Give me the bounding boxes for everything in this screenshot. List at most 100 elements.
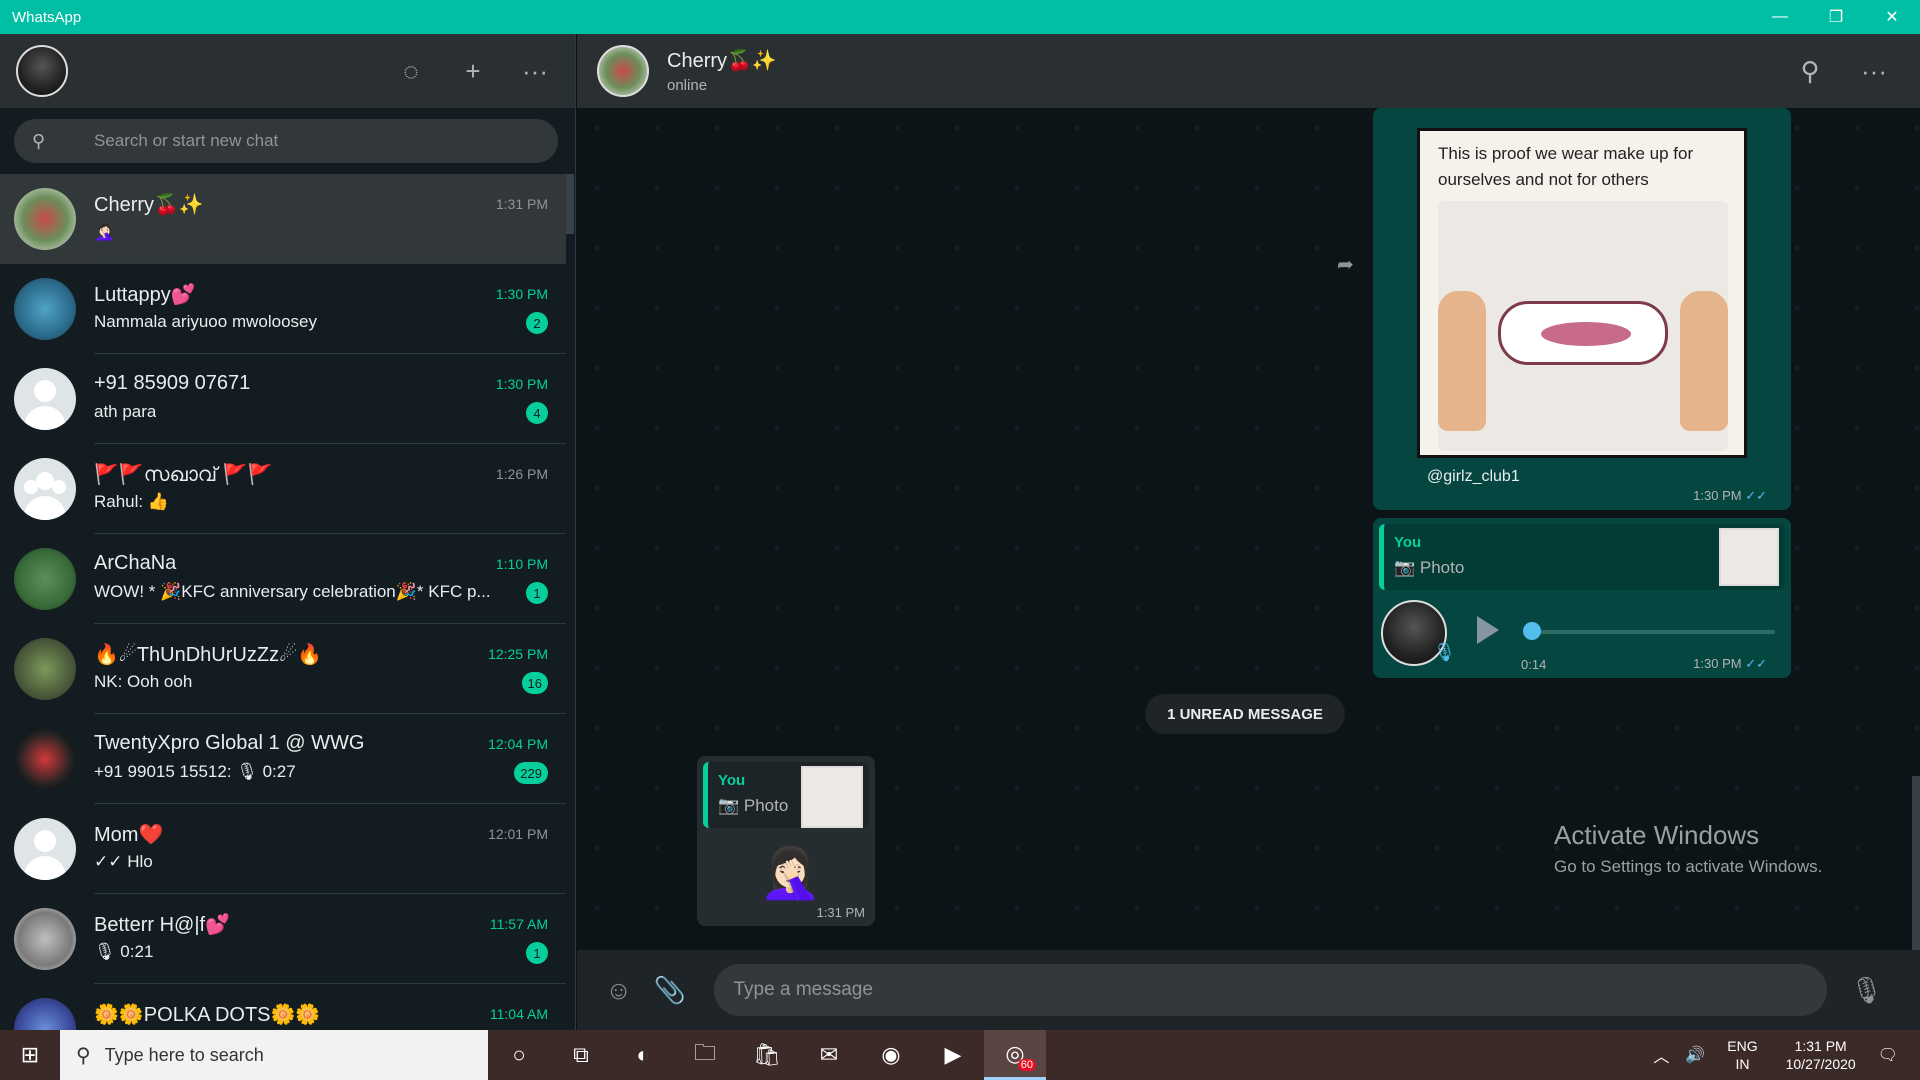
chat-item-phone-number[interactable]: +91 85909 07671 1:30 PM ath para 4 (0, 354, 566, 444)
contact-avatar (14, 638, 76, 700)
chat-preview: Rahul: 👍 (94, 492, 170, 511)
quoted-message[interactable]: You 📷 Photo (703, 762, 869, 828)
chat-preview: 🎙 0:21 (94, 942, 154, 961)
volume-icon[interactable]: 🔊 (1685, 1045, 1705, 1065)
mic-icon: 🎙 (1433, 642, 1456, 662)
chat-name: Mom❤️ (94, 824, 164, 846)
chat-time: 1:10 PM (495, 556, 548, 572)
language-indicator[interactable]: ENG IN (1727, 1037, 1757, 1073)
quoted-message[interactable]: You 📷 Photo (1379, 524, 1785, 590)
my-profile-avatar[interactable] (16, 45, 68, 97)
emoji-icon[interactable]: ☺ (599, 970, 638, 1010)
image-caption: @girlz_club1 (1427, 468, 1520, 485)
forward-icon[interactable]: ➦ (1337, 252, 1354, 277)
chat-time: 1:30 PM (495, 286, 548, 302)
chat-item-luttappy[interactable]: Luttappy💕 1:30 PM Nammala ariyuoo mwoloo… (0, 264, 566, 354)
default-person-icon (14, 368, 76, 430)
play-icon[interactable] (1477, 616, 1499, 644)
cortana-icon[interactable]: ○ (488, 1030, 550, 1080)
taskbar-search[interactable]: ⚲ Type here to search (60, 1030, 488, 1080)
read-ticks-icon: ✓✓ (1745, 656, 1767, 671)
minimize-button[interactable]: — (1752, 0, 1808, 34)
chat-list: Cherry🍒✨ 1:31 PM 🤦🏻‍♀️ Luttappy💕 1:30 PM… (0, 174, 566, 1030)
message-input[interactable] (713, 964, 1827, 1016)
whatsapp-taskbar-icon[interactable]: ◎ 60 (984, 1030, 1046, 1080)
quote-thumbnail (801, 766, 863, 828)
chat-item-polka-dots[interactable]: 🌼🌼POLKA DOTS🌼🌼 11:04 AM (0, 984, 566, 1030)
search-icon[interactable]: ⚲ (1784, 45, 1836, 97)
chevron-up-icon[interactable]: ︿ (1653, 1043, 1669, 1067)
chat-name: 🚩🚩സഖാവ് 🚩🚩 (94, 464, 273, 486)
conversation-panel: Cherry🍒✨ online ⚲ ··· ➦ This is proof we… (577, 34, 1920, 1066)
chat-item-thunderuzz-group[interactable]: 🔥☄ThUnDhUrUzZz☄🔥 12:25 PM NK: Ooh ooh 16 (0, 624, 566, 714)
edge-icon[interactable]: ◐ (612, 1030, 674, 1080)
search-bar: ⚲ (0, 108, 575, 174)
menu-icon[interactable]: ··· (1848, 45, 1900, 97)
voice-message[interactable]: You 📷 Photo 🎙 0:14 1:30 PM ✓✓ (1373, 518, 1791, 678)
store-icon[interactable]: 🛍 (736, 1030, 798, 1080)
quote-type: 📷 Photo (718, 796, 789, 815)
window-titlebar: WhatsApp — ❐ ✕ (0, 0, 1920, 34)
watermark-title: Activate Windows (1554, 820, 1760, 850)
windows-start-icon[interactable]: ⊞ (0, 1030, 60, 1080)
unread-badge: 16 (521, 672, 548, 694)
message-meta: 1:30 PM ✓✓ (1693, 488, 1767, 504)
status-icon[interactable]: ◌ (387, 47, 435, 95)
chat-time: 1:30 PM (495, 376, 548, 392)
audio-progress-knob[interactable] (1523, 622, 1541, 640)
restore-button[interactable]: ❐ (1808, 0, 1864, 34)
chat-time: 11:57 AM (489, 916, 548, 932)
windows-taskbar: ⊞ ⚲ Type here to search ○ ⧉ ◐ 🗀 🛍 ✉ ◉ ▶ … (0, 1030, 1920, 1080)
lang-line1: ENG (1727, 1038, 1758, 1054)
chat-name: Cherry🍒✨ (94, 194, 204, 216)
chrome-icon[interactable]: ◉ (860, 1030, 922, 1080)
movies-icon[interactable]: ▶ (922, 1030, 984, 1080)
conversation-header[interactable]: Cherry🍒✨ online ⚲ ··· (577, 34, 1920, 108)
message-time: 1:30 PM (1693, 656, 1742, 671)
search-icon: ⚲ (76, 1044, 91, 1067)
mic-icon[interactable]: 🎙 (1847, 970, 1886, 1010)
chat-name: +91 85909 07671 (94, 372, 251, 394)
mail-icon[interactable]: ✉ (798, 1030, 860, 1080)
attach-icon[interactable]: 📎 (650, 970, 689, 1010)
chat-item-cherry[interactable]: Cherry🍒✨ 1:31 PM 🤦🏻‍♀️ (0, 174, 566, 264)
new-chat-icon[interactable]: + (449, 47, 497, 95)
chat-item-twentyxpro-group[interactable]: TwentyXpro Global 1 @ WWG 12:04 PM +91 9… (0, 714, 566, 804)
chat-name: TwentyXpro Global 1 @ WWG (94, 732, 365, 754)
file-explorer-icon[interactable]: 🗀 (674, 1030, 736, 1080)
chat-time: 1:26 PM (495, 466, 548, 482)
chat-name: Betterr H@|f💕 (94, 914, 230, 936)
chat-item-better-half[interactable]: Betterr H@|f💕 11:57 AM 🎙 0:21 1 (0, 894, 566, 984)
lang-line2: IN (1735, 1056, 1750, 1072)
close-button[interactable]: ✕ (1864, 0, 1920, 34)
contact-avatar (14, 548, 76, 610)
chat-preview: Nammala ariyuoo mwoloosey (94, 312, 317, 331)
contact-avatar (14, 728, 76, 790)
whatsapp-badge: 60 (1017, 1059, 1036, 1071)
message-area: ➦ This is proof we wear make up for ours… (577, 108, 1920, 1066)
search-input[interactable] (94, 131, 514, 151)
chat-list-scrollbar[interactable] (566, 174, 574, 234)
activate-windows-watermark: Activate Windows Go to Settings to activ… (1554, 820, 1822, 877)
chat-item-mom[interactable]: Mom❤️ 12:01 PM ✓✓ Hlo (0, 804, 566, 894)
clock[interactable]: 1:31 PM 10/27/2020 (1786, 1037, 1856, 1073)
shared-image[interactable]: This is proof we wear make up for oursel… (1417, 128, 1747, 458)
quote-thumbnail (1719, 528, 1779, 586)
message-composer: ☺ 📎 🎙 (577, 950, 1920, 1030)
chat-preview: +91 99015 15512: 🎙 0:27 (94, 762, 296, 781)
quote-type: 📷 Photo (1394, 558, 1465, 577)
search-box[interactable]: ⚲ (14, 119, 558, 163)
chat-item-sakhav-group[interactable]: 🚩🚩സഖാവ് 🚩🚩 1:26 PM Rahul: 👍 (0, 444, 566, 534)
watermark-subtitle: Go to Settings to activate Windows. (1554, 857, 1823, 876)
chat-item-archana[interactable]: ArChaNa 1:10 PM WOW! * 🎉KFC anniversary … (0, 534, 566, 624)
message-time: 1:31 PM (816, 905, 865, 920)
incoming-reply-message[interactable]: You 📷 Photo 🤦🏻‍♀️ 1:31 PM (697, 756, 875, 926)
audio-progress-track[interactable] (1531, 630, 1775, 634)
task-view-icon[interactable]: ⧉ (550, 1030, 612, 1080)
system-tray: ︿ 🔊 ENG IN 1:31 PM 10/27/2020 🗨 (1645, 1030, 1920, 1080)
quote-author: You (1394, 534, 1422, 551)
image-message[interactable]: This is proof we wear make up for oursel… (1373, 108, 1791, 510)
contact-avatar[interactable] (597, 45, 649, 97)
menu-icon[interactable]: ··· (511, 47, 559, 95)
notifications-icon[interactable]: 🗨 (1878, 1045, 1898, 1065)
